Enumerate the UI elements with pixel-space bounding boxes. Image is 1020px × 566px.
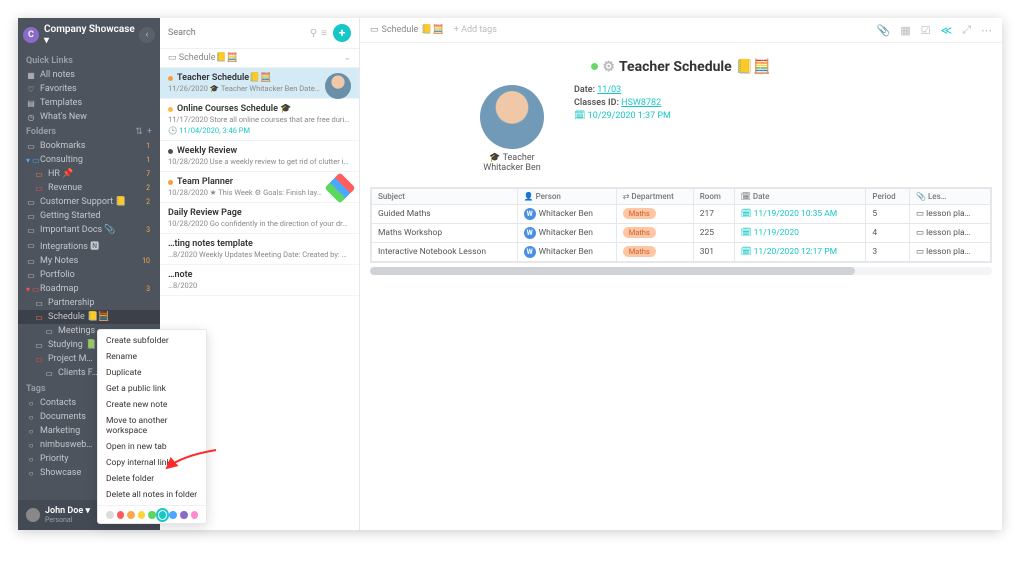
table-header[interactable]: Period [866, 188, 910, 204]
folder-item[interactable]: ▭My Notes10 [18, 254, 160, 268]
table-row[interactable]: Guided Maths WWhitacker Ben Maths 217 🗓 … [372, 204, 991, 223]
context-menu-item[interactable]: Rename [98, 349, 206, 365]
share-icon[interactable]: ≪ [941, 24, 953, 37]
table-header[interactable]: Subject [372, 188, 518, 204]
quick-links-title: Quick Links [18, 52, 160, 68]
context-menu-item[interactable]: Duplicate [98, 365, 206, 381]
hero-person-card: 🎓 Teacher Whitacker Ben [480, 85, 544, 173]
note-item[interactable]: Daily Review Page10/28/2020 Go confident… [160, 203, 359, 234]
schedule-table: Subject👤 Person⇄ DepartmentRoom🗓 DatePer… [371, 188, 991, 262]
horizontal-scrollbar[interactable] [370, 267, 992, 275]
folder-item[interactable]: ▾ ▭Consulting1 [18, 153, 160, 167]
note-item[interactable]: …note…8/2020 [160, 265, 359, 296]
folder-item[interactable]: ▾ ▭Roadmap3 [18, 282, 160, 296]
color-swatch[interactable] [106, 511, 114, 519]
checklist-icon[interactable]: ☑ [921, 24, 931, 37]
folder-item[interactable]: ▭Bookmarks1 [18, 139, 160, 153]
folder-item[interactable]: ▭HR 📌7 [18, 167, 160, 181]
folder-item[interactable]: ▭Customer Support 📒2 [18, 195, 160, 209]
folder-item[interactable]: ▭Getting Started [18, 209, 160, 223]
add-folder-icon[interactable]: + [147, 127, 152, 137]
folder-icon: ▭ [370, 25, 379, 35]
breadcrumb[interactable]: ▭ Schedule📒🧮 [370, 25, 444, 35]
main-panel: ▭ Schedule📒🧮 + Add tags 📎 ▦ ☑ ≪ ⤢ ⋯ ⚙ Te… [360, 18, 1002, 530]
add-note-button[interactable]: + [333, 24, 351, 42]
filter-icon[interactable]: ⚲ [310, 28, 317, 39]
quick-link-item[interactable]: ◷What's New [18, 110, 160, 124]
color-swatch[interactable] [169, 511, 177, 519]
color-swatch[interactable] [180, 511, 188, 519]
color-swatch[interactable] [148, 511, 156, 519]
settings-icon[interactable]: ≡ [321, 28, 327, 39]
color-swatch[interactable] [117, 511, 125, 519]
context-menu-item[interactable]: Open in new tab [98, 439, 206, 455]
color-swatch[interactable] [159, 511, 167, 519]
table-row[interactable]: Interactive Notebook Lesson WWhitacker B… [372, 242, 991, 261]
timestamp[interactable]: 🗓 10/29/2020 1:37 PM [574, 111, 671, 121]
folder-item[interactable]: ▭Integrations 🅽 [18, 237, 160, 254]
table-header[interactable]: Room [693, 188, 734, 204]
workspace-name: Company Showcase ▾ [44, 24, 139, 46]
user-avatar [26, 508, 40, 522]
context-menu-item[interactable]: Get a public link [98, 381, 206, 397]
search-input[interactable] [168, 28, 306, 38]
context-menu-item[interactable]: Create subfolder [98, 333, 206, 349]
color-swatch[interactable] [191, 511, 199, 519]
table-row[interactable]: Maths Workshop WWhitacker Ben Maths 225 … [372, 223, 991, 242]
collapse-sidebar-icon[interactable]: ‹ [139, 27, 155, 43]
color-swatch[interactable] [138, 511, 146, 519]
table-header[interactable]: 📎 Les… [910, 188, 991, 204]
attach-icon[interactable]: 📎 [877, 24, 891, 37]
folder-item[interactable]: ▭Partnership [18, 296, 160, 310]
hero-info: Date: 11/03 Classes ID: HSW8782 🗓 10/29/… [574, 85, 671, 124]
top-actions: 📎 ▦ ☑ ≪ ⤢ ⋯ [877, 23, 992, 37]
teacher-photo [480, 85, 544, 149]
context-menu-item[interactable]: Move to another workspace [98, 413, 206, 439]
folders-title-row: Folders ⇅ + [18, 124, 160, 139]
workspace-switcher[interactable]: C Company Showcase ▾ ‹ [18, 18, 160, 52]
add-tags-label[interactable]: + Add tags [454, 25, 497, 35]
context-menu-item[interactable]: Copy internal link [98, 455, 206, 471]
folder-color-picker[interactable] [98, 508, 206, 520]
context-menu-item[interactable]: Create new note [98, 397, 206, 413]
status-dot-icon [591, 63, 598, 70]
schedule-table-wrap: Subject👤 Person⇄ DepartmentRoom🗓 DatePer… [370, 187, 992, 263]
note-item[interactable]: …ting notes template…8/2020 Weekly Updat… [160, 234, 359, 265]
folder-item[interactable]: ▭Important Docs 📎3 [18, 223, 160, 237]
folder-icon: ▭ [168, 53, 179, 63]
list-breadcrumb[interactable]: ▭ Schedule 📒🧮 ⌄ [160, 49, 359, 68]
more-icon[interactable]: ⋯ [981, 24, 992, 37]
note-item[interactable]: Teacher Schedule📒🧮11/26/2020 🎓 Teacher W… [160, 68, 359, 99]
classes-link[interactable]: HSW8782 [621, 98, 661, 108]
color-swatch[interactable] [127, 511, 135, 519]
expand-icon[interactable]: ⤢ [962, 23, 971, 37]
scrollbar-thumb[interactable] [370, 267, 855, 275]
note-item[interactable]: Online Courses Schedule 🎓11/17/2020 Stor… [160, 99, 359, 141]
note-item[interactable]: Weekly Review10/28/2020 Use a weekly rev… [160, 141, 359, 172]
folder-item[interactable]: ▭Revenue2 [18, 181, 160, 195]
folder-item[interactable]: ▭Portfolio [18, 268, 160, 282]
note-thumbnail [325, 73, 351, 99]
context-menu-item[interactable]: Delete all notes in folder [98, 487, 206, 503]
note-thumbnail-icon [324, 172, 355, 203]
table-header[interactable]: ⇄ Department [616, 188, 693, 204]
workspace-avatar: C [23, 27, 39, 43]
folder-context-menu: Create subfolderRenameDuplicateGet a pub… [97, 329, 207, 524]
quick-link-item[interactable]: ♡Favorites [18, 82, 160, 96]
quick-link-item[interactable]: ▦All notes [18, 68, 160, 82]
date-link[interactable]: 11/03 [597, 85, 621, 95]
table-header[interactable]: 👤 Person [517, 188, 616, 204]
grid-icon[interactable]: ▦ [900, 24, 910, 37]
context-menu-item[interactable]: Delete folder [98, 471, 206, 487]
page-title: ⚙ Teacher Schedule 📒🧮 [360, 43, 1002, 79]
sort-folders-icon[interactable]: ⇅ [135, 127, 143, 137]
note-item[interactable]: Team Planner10/28/2020 ★ This Week ⚙ Goa… [160, 172, 359, 203]
quick-link-item[interactable]: ▤Templates [18, 96, 160, 110]
chevron-down-icon[interactable]: ⌄ [343, 53, 351, 63]
folder-item[interactable]: ▭Schedule 📒🧮 [18, 310, 160, 324]
table-header[interactable]: 🗓 Date [734, 188, 866, 204]
